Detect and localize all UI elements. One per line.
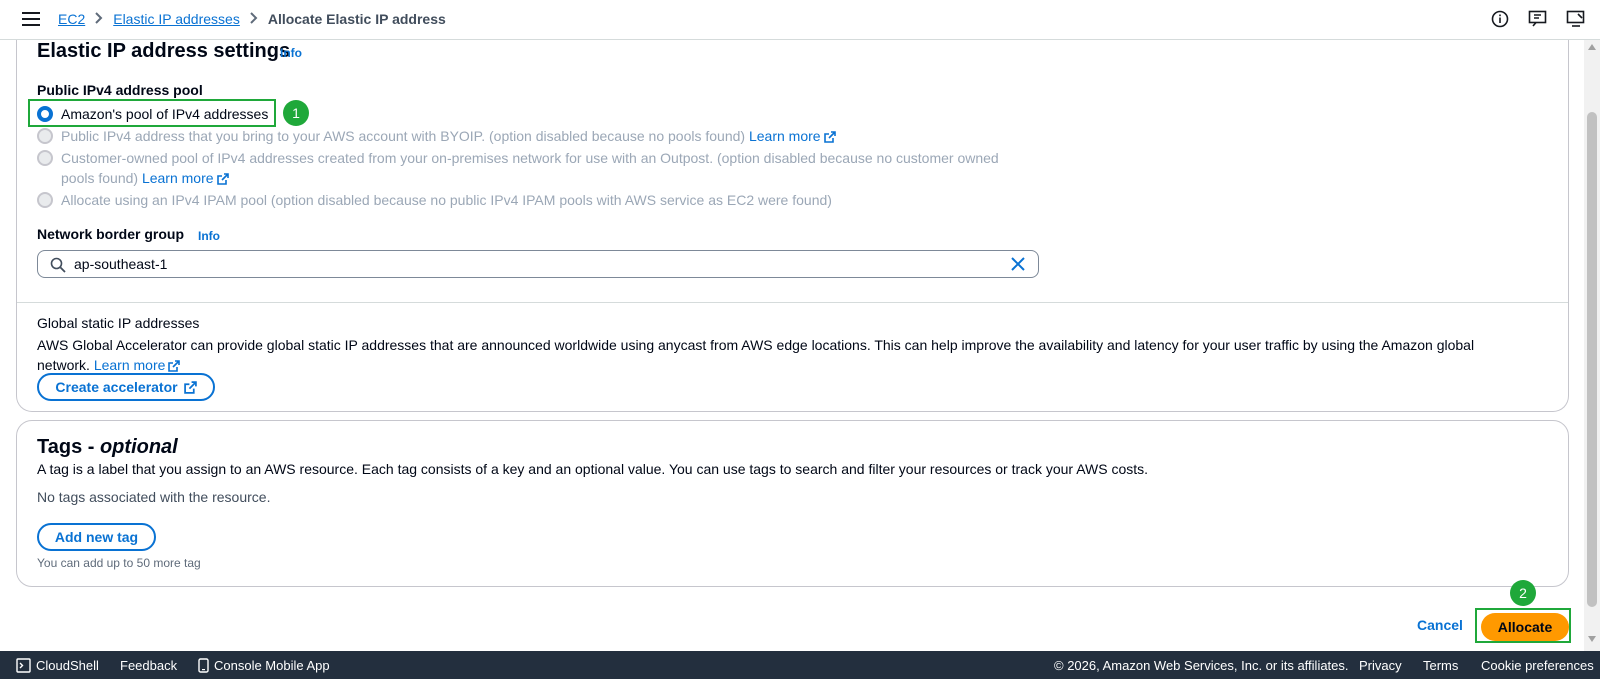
external-link-icon bbox=[823, 131, 836, 143]
search-icon bbox=[50, 257, 66, 273]
scroll-down-icon[interactable] bbox=[1588, 636, 1596, 642]
copyright-text: © 2026, Amazon Web Services, Inc. or its… bbox=[1054, 658, 1349, 673]
step-highlight-1 bbox=[28, 99, 276, 127]
breadcrumb-ec2[interactable]: EC2 bbox=[58, 11, 85, 27]
tags-empty-text: No tags associated with the resource. bbox=[37, 489, 271, 505]
breadcrumb-elastic-ips[interactable]: Elastic IP addresses bbox=[113, 11, 240, 27]
footer: CloudShell Feedback Console Mobile App ©… bbox=[0, 651, 1600, 679]
border-group-info-link[interactable]: Info bbox=[198, 229, 220, 243]
feedback-icon[interactable] bbox=[1528, 9, 1548, 29]
terms-link[interactable]: Terms bbox=[1423, 658, 1458, 673]
pool-option-label: Allocate using an IPv4 IPAM pool (option… bbox=[61, 192, 832, 208]
learn-more-link[interactable]: Learn more bbox=[142, 170, 229, 186]
terminal-icon bbox=[16, 658, 31, 673]
cloudshell-button[interactable]: CloudShell bbox=[16, 658, 99, 673]
radio-disabled bbox=[37, 192, 53, 208]
pool-option-label-line2: pools found) bbox=[61, 170, 139, 186]
menu-icon[interactable] bbox=[22, 12, 40, 28]
add-new-tag-button[interactable]: Add new tag bbox=[37, 523, 156, 551]
notifications-icon[interactable] bbox=[1566, 9, 1586, 29]
tags-title: Tags - optional bbox=[37, 436, 178, 458]
close-icon bbox=[1011, 257, 1025, 271]
chevron-right-icon bbox=[250, 11, 258, 27]
tags-limit-text: You can add up to 50 more tag bbox=[37, 556, 201, 570]
pool-label: Public IPv4 address pool bbox=[37, 82, 203, 98]
create-accelerator-button[interactable]: Create accelerator bbox=[37, 373, 215, 401]
mobile-phone-icon bbox=[198, 658, 209, 673]
feedback-link[interactable]: Feedback bbox=[120, 658, 177, 673]
radio-disabled bbox=[37, 128, 53, 144]
external-link-icon bbox=[216, 173, 229, 185]
external-link-icon bbox=[183, 380, 197, 394]
breadcrumb: EC2 Elastic IP addresses Allocate Elasti… bbox=[58, 11, 446, 27]
step-badge-2: 2 bbox=[1510, 580, 1536, 606]
info-circle-icon[interactable] bbox=[1490, 9, 1510, 29]
pool-option-byoip: Public IPv4 address that you bring to yo… bbox=[37, 126, 836, 146]
top-navigation: EC2 Elastic IP addresses Allocate Elasti… bbox=[0, 0, 1600, 40]
allocate-button[interactable]: Allocate bbox=[1481, 613, 1569, 641]
border-group-input[interactable]: ap-southeast-1 bbox=[37, 250, 1039, 278]
pool-option-ipam: Allocate using an IPv4 IPAM pool (option… bbox=[37, 190, 832, 210]
settings-info-link[interactable]: Info bbox=[280, 46, 302, 60]
scroll-thumb[interactable] bbox=[1587, 112, 1597, 607]
external-link-icon bbox=[168, 360, 181, 372]
scroll-up-icon[interactable] bbox=[1588, 44, 1596, 50]
pool-option-label: Public IPv4 address that you bring to yo… bbox=[61, 128, 746, 144]
tags-description: A tag is a label that you assign to an A… bbox=[37, 461, 1149, 477]
cancel-button[interactable]: Cancel bbox=[1417, 617, 1463, 633]
settings-title: Elastic IP address settings bbox=[37, 40, 291, 62]
mobile-app-link[interactable]: Console Mobile App bbox=[198, 658, 330, 673]
breadcrumb-current: Allocate Elastic IP address bbox=[267, 11, 446, 27]
border-group-label: Network border group bbox=[37, 226, 185, 242]
pool-option-label-line1: Customer-owned pool of IPv4 addresses cr… bbox=[61, 150, 999, 166]
pool-option-customer-owned: Customer-owned pool of IPv4 addresses cr… bbox=[37, 148, 999, 188]
top-icons bbox=[1490, 9, 1586, 29]
privacy-link[interactable]: Privacy bbox=[1359, 658, 1402, 673]
global-ip-title: Global static IP addresses bbox=[37, 315, 200, 331]
divider bbox=[17, 302, 1568, 303]
global-ip-description: AWS Global Accelerator can provide globa… bbox=[37, 337, 1475, 373]
learn-more-link[interactable]: Learn more bbox=[749, 128, 836, 144]
border-group-value: ap-southeast-1 bbox=[74, 256, 168, 272]
step-badge-1: 1 bbox=[283, 100, 309, 126]
learn-more-link[interactable]: Learn more bbox=[94, 357, 181, 373]
chevron-right-icon bbox=[95, 11, 103, 27]
cookie-preferences-link[interactable]: Cookie preferences bbox=[1481, 658, 1594, 673]
radio-disabled bbox=[37, 150, 53, 166]
